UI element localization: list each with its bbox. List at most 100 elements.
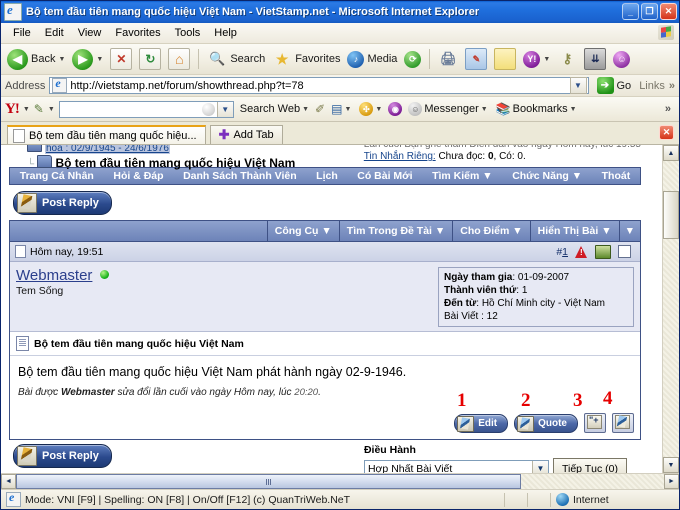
yahoo-messenger-button[interactable]: ☺ Messenger ▼: [406, 101, 489, 117]
menu-item-tools[interactable]: Tools: [168, 25, 208, 41]
menu-item-help[interactable]: Help: [207, 25, 244, 41]
scroll-up-button[interactable]: ▲: [663, 145, 679, 161]
scroll-right-button[interactable]: ►: [664, 474, 679, 489]
popup-blocker-icon[interactable]: ◉: [388, 102, 403, 116]
nav-item-faq[interactable]: Hỏi & Đáp: [111, 170, 165, 182]
yahoo-search-web-dropdown-icon[interactable]: ▼: [302, 106, 309, 113]
pm-link[interactable]: Tin Nhắn Riêng:: [364, 151, 436, 162]
thread-tools-menu[interactable]: Công Cụ ▼: [266, 221, 339, 241]
yahoo-antispy-dropdown-icon[interactable]: ▼: [375, 106, 382, 113]
stop-button[interactable]: ✕: [107, 47, 135, 71]
download-button[interactable]: ⇊: [581, 47, 609, 71]
nav-item-search[interactable]: Tìm Kiếm ▼: [430, 170, 495, 182]
post-author-link[interactable]: Webmaster: [16, 267, 92, 284]
toolbar-overflow-icon[interactable]: »: [669, 80, 675, 92]
home-button[interactable]: ⌂: [165, 47, 193, 71]
nav-item-calendar[interactable]: Lịch: [314, 170, 340, 182]
address-dropdown-icon[interactable]: ▼: [569, 77, 587, 94]
restore-button[interactable]: ❐: [641, 3, 658, 20]
add-tab-button[interactable]: ✚ Add Tab: [209, 125, 283, 144]
menu-item-view[interactable]: View: [71, 25, 109, 41]
nav-item-functions[interactable]: Chức Năng ▼: [510, 170, 584, 182]
go-button[interactable]: ➔ Go: [593, 77, 636, 94]
back-button[interactable]: ◀ Back ▼: [4, 47, 68, 71]
messenger-label: Messenger: [424, 103, 479, 115]
thread-tools-extra-menu[interactable]: ▼: [618, 221, 640, 241]
ip-info-icon[interactable]: [595, 244, 611, 259]
tab-active-thread[interactable]: Bộ tem đầu tiên mang quốc hiệu...: [7, 125, 206, 144]
security-zone-cell[interactable]: Internet: [551, 490, 679, 509]
select-post-checkbox[interactable]: [618, 245, 631, 258]
post-reply-button-bottom[interactable]: Post Reply: [13, 444, 112, 468]
moderation-dropdown-icon[interactable]: ▼: [531, 461, 548, 473]
scroll-down-button[interactable]: ▼: [663, 457, 679, 473]
yahoo-search-web-button[interactable]: Search Web ▼: [238, 102, 311, 116]
rate-thread-menu[interactable]: Cho Điểm ▼: [452, 221, 529, 241]
breadcrumb-parent[interactable]: hoa : 02/9/1945 - 24/6/1976: [45, 145, 170, 154]
emoticon-button[interactable]: ☺: [610, 47, 633, 71]
horizontal-scroll-track[interactable]: [16, 474, 664, 489]
messenger-dropdown-icon[interactable]: ▼: [481, 106, 488, 113]
nav-item-newposts[interactable]: Có Bài Mới: [355, 170, 414, 182]
horizontal-scrollbar[interactable]: ◄ ►: [1, 473, 679, 489]
vertical-scroll-track-lower[interactable]: [663, 239, 679, 457]
yahoo-logo-icon[interactable]: Y!: [5, 101, 20, 118]
forward-button[interactable]: ▶ ▼: [69, 47, 106, 71]
edit-post-button[interactable]: Edit: [454, 414, 509, 433]
post-reply-button-top[interactable]: Post Reply: [13, 191, 112, 215]
yahoo-antispy-button[interactable]: ✣ ▼: [357, 101, 384, 117]
multiquote-button[interactable]: "+: [584, 413, 606, 433]
notes-button[interactable]: [491, 47, 519, 71]
continue-button[interactable]: Tiếp Tục (0): [552, 458, 627, 473]
yahoo-search-dropdown-icon[interactable]: ▼: [216, 101, 233, 117]
post-subject: Bộ tem đầu tiên mang quốc hiệu Việt Nam: [34, 337, 244, 350]
menu-item-favorites[interactable]: Favorites: [108, 25, 167, 41]
vertical-scroll-track[interactable]: [663, 161, 679, 191]
vertical-scrollbar[interactable]: ▲ ▼: [662, 145, 679, 473]
yahoo-overflow-icon[interactable]: »: [665, 103, 675, 115]
horizontal-scroll-thumb[interactable]: [16, 474, 522, 489]
yahoo-bookmarks-button[interactable]: 📚 Bookmarks ▼: [494, 101, 579, 117]
menu-item-edit[interactable]: Edit: [38, 25, 71, 41]
display-modes-menu[interactable]: Hiển Thị Bài ▼: [529, 221, 619, 241]
minimize-button[interactable]: _: [622, 3, 639, 20]
menu-item-file[interactable]: File: [6, 25, 38, 41]
print-button[interactable]: 🖨: [435, 47, 461, 71]
forward-dropdown-icon[interactable]: ▼: [96, 56, 103, 63]
post-author-title: Tem Sống: [16, 285, 64, 297]
yahoo-highlight-icon[interactable]: ✐: [315, 102, 325, 116]
quickedit-button[interactable]: [612, 413, 634, 433]
post-permalink[interactable]: ##11: [556, 246, 568, 258]
scroll-left-button[interactable]: ◄: [1, 474, 16, 489]
close-tab-button[interactable]: ✕: [659, 125, 674, 140]
signin-button[interactable]: ⚷: [554, 47, 580, 71]
pencil-dropdown-icon[interactable]: ▼: [48, 106, 55, 113]
nav-item-profile[interactable]: Trang Cá Nhân: [18, 170, 96, 182]
yahoo-dropdown-icon[interactable]: ▼: [543, 56, 550, 63]
yahoo-tabs-dropdown-icon[interactable]: ▼: [344, 106, 351, 113]
nav-item-logout[interactable]: Thoát: [600, 170, 633, 182]
yahoo-tabs-button[interactable]: ▤ ▼: [329, 101, 353, 117]
moderation-select[interactable]: Hợp Nhất Bài Viết ▼: [363, 460, 549, 473]
pencil-icon[interactable]: ✎: [34, 102, 44, 116]
nav-item-memberlist[interactable]: Danh Sách Thành Viên: [181, 170, 299, 182]
vertical-scroll-thumb[interactable]: [663, 191, 679, 239]
bookmarks-dropdown-icon[interactable]: ▼: [570, 106, 577, 113]
favorites-button[interactable]: ★ Favorites: [269, 47, 343, 71]
search-button[interactable]: 🔍 Search: [204, 47, 268, 71]
yahoo-search-input[interactable]: ▼: [58, 100, 234, 118]
back-dropdown-icon[interactable]: ▼: [58, 56, 65, 63]
bookmarks-label: Bookmarks: [512, 103, 568, 115]
yahoo-toolbar-button[interactable]: Y! ▼: [520, 47, 553, 71]
search-thread-menu[interactable]: Tìm Trong Đề Tài ▼: [338, 221, 452, 241]
edit-page-button[interactable]: ✎: [462, 47, 490, 71]
yahoo-logo-dropdown-icon[interactable]: ▼: [23, 106, 30, 113]
quote-post-button[interactable]: Quote: [514, 414, 578, 433]
links-label[interactable]: Links: [639, 80, 665, 92]
media-button[interactable]: ♪ Media: [344, 47, 400, 71]
close-button[interactable]: ✕: [660, 3, 677, 20]
refresh-button[interactable]: ↻: [136, 47, 164, 71]
report-post-icon[interactable]: [575, 245, 588, 258]
history-button[interactable]: ⟳: [401, 47, 424, 71]
address-input[interactable]: http://vietstamp.net/forum/showthread.ph…: [49, 76, 589, 94]
